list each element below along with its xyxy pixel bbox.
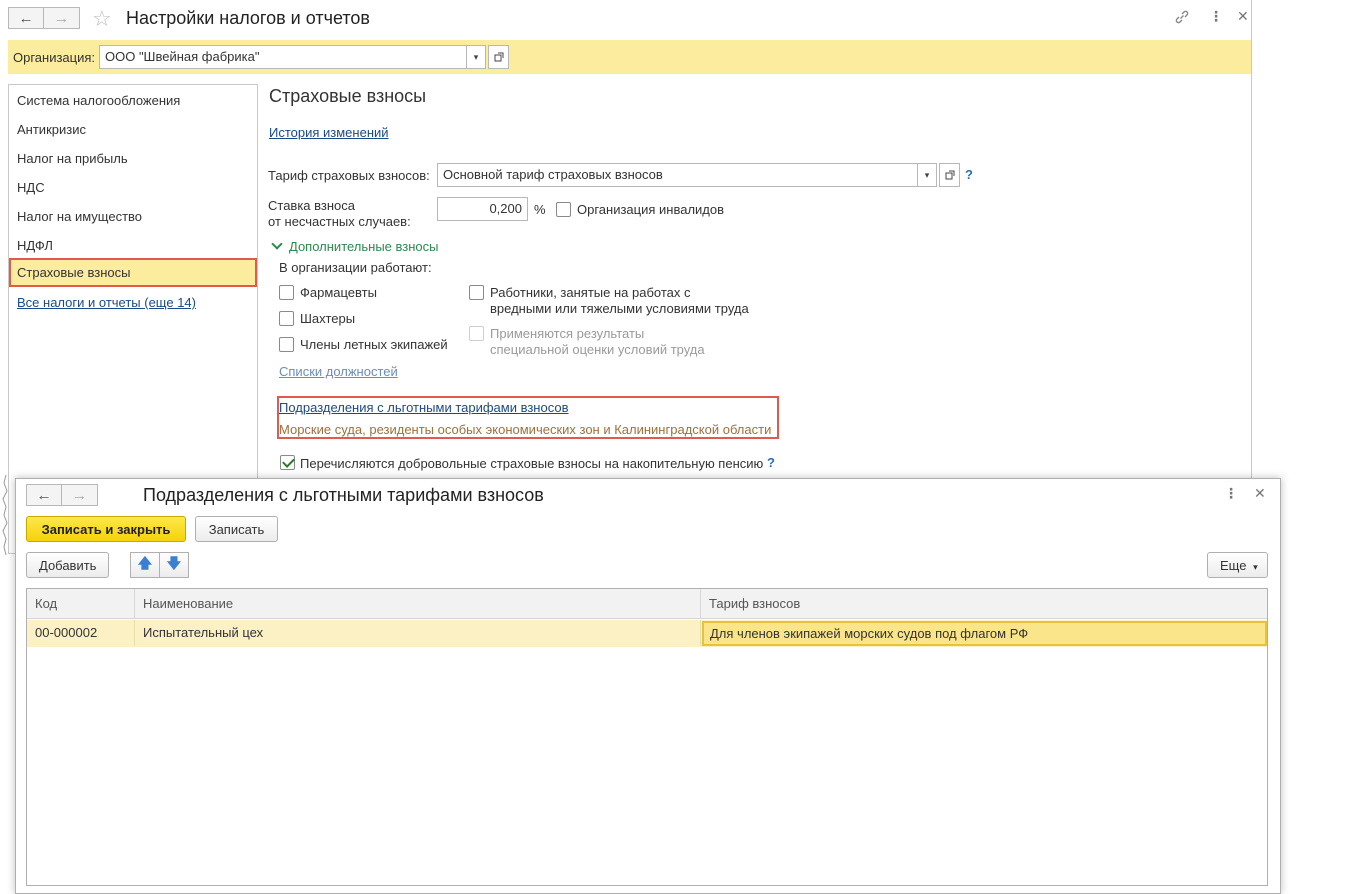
tariff-help-icon[interactable]: ?: [965, 167, 973, 182]
rate-label-line1: Ставка взноса: [268, 198, 356, 213]
divisions-note: Морские суда, резиденты особых экономиче…: [279, 422, 772, 437]
flight-crew-label: Члены летных экипажей: [300, 337, 448, 352]
settings-window: ← → ☆ Настройки налогов и отчетов ⋮ ✕ Ор…: [0, 0, 1252, 560]
tariff-label: Тариф страховых взносов:: [268, 168, 430, 183]
section-heading: Страховые взносы: [269, 86, 427, 106]
disabled-org-label: Организация инвалидов: [577, 202, 725, 217]
chevron-down-icon: [271, 238, 283, 250]
dialog-more-menu-icon[interactable]: ⋮: [1224, 485, 1238, 502]
cell-code: 00-000002: [27, 620, 135, 646]
pharmacists-checkbox[interactable]: [279, 285, 294, 300]
window-edge-decoration: [2, 475, 8, 555]
sidebar-item-profit-tax[interactable]: Налог на прибыль: [9, 144, 257, 173]
disabled-org-checkbox[interactable]: [556, 202, 571, 217]
history-link[interactable]: История изменений: [269, 125, 389, 140]
link-icon[interactable]: [1174, 9, 1190, 28]
voluntary-contributions-label: Перечисляются добровольные страховые взн…: [300, 456, 764, 471]
dialog-close-icon[interactable]: ✕: [1254, 485, 1266, 502]
more-menu-icon[interactable]: ⋮: [1209, 8, 1223, 25]
miners-checkbox[interactable]: [279, 311, 294, 326]
move-up-icon[interactable]: 🡅: [130, 552, 160, 578]
back-arrow-icon[interactable]: ←: [8, 7, 44, 29]
add-button[interactable]: Добавить: [26, 552, 109, 578]
rate-input[interactable]: 0,200: [437, 197, 528, 221]
organization-open-icon[interactable]: [488, 45, 509, 69]
window-title: Настройки налогов и отчетов: [126, 8, 370, 28]
hazard-work-label-line1: Работники, занятые на работах с: [490, 285, 691, 300]
assessment-checkbox: [469, 326, 484, 341]
favorite-star-icon[interactable]: ☆: [92, 6, 112, 32]
organization-dropdown-icon[interactable]: ▾: [466, 45, 486, 69]
positions-list-link[interactable]: Списки должностей: [279, 364, 398, 379]
sidebar-item-ndfl[interactable]: НДФЛ: [9, 231, 257, 260]
table-row[interactable]: 00-000002 Испытательный цех Для членов э…: [27, 620, 1267, 647]
sidebar-item-property-tax[interactable]: Налог на имущество: [9, 202, 257, 231]
dialog-back-arrow-icon[interactable]: ←: [26, 484, 62, 506]
hazard-work-label-line2: вредными или тяжелыми условиями труда: [490, 301, 749, 316]
additional-section-toggle[interactable]: Дополнительные взносы: [270, 238, 439, 254]
assessment-label-line1: Применяются результаты: [490, 326, 645, 341]
tariff-open-icon[interactable]: [939, 163, 960, 187]
organization-label: Организация:: [13, 50, 96, 65]
more-button-label: Еще: [1220, 558, 1247, 573]
divisions-table: Код Наименование Тариф взносов 00-000002…: [26, 588, 1268, 886]
divisions-dialog: ← → Подразделения с льготными тарифами в…: [15, 478, 1281, 894]
column-header-tariff[interactable]: Тариф взносов: [701, 589, 1267, 619]
cell-name: Испытательный цех: [135, 620, 701, 646]
column-header-name[interactable]: Наименование: [135, 589, 701, 619]
miners-label: Шахтеры: [300, 311, 356, 326]
assessment-label-line2: специальной оценки условий труда: [490, 342, 705, 357]
close-icon[interactable]: ✕: [1237, 8, 1249, 25]
flight-crew-checkbox[interactable]: [279, 337, 294, 352]
tariff-field[interactable]: Основной тариф страховых взносов: [437, 163, 919, 187]
voluntary-help-icon[interactable]: ?: [767, 455, 775, 470]
sidebar-item-insurance[interactable]: Страховые взносы: [9, 258, 257, 287]
organization-field[interactable]: ООО "Швейная фабрика": [99, 45, 467, 69]
sidebar-item-anticrisis[interactable]: Антикризис: [9, 115, 257, 144]
voluntary-contributions-checkbox[interactable]: [280, 455, 295, 470]
forward-arrow-icon[interactable]: →: [44, 7, 80, 29]
employees-label: В организации работают:: [279, 260, 432, 275]
dialog-title: Подразделения с льготными тарифами взнос…: [143, 485, 544, 505]
dialog-nav-buttons: ← →: [26, 484, 98, 506]
sidebar-item-tax-system[interactable]: Система налогообложения: [9, 86, 257, 115]
additional-section-label: Дополнительные взносы: [289, 239, 439, 254]
cell-tariff[interactable]: Для членов экипажей морских судов под фл…: [702, 621, 1267, 646]
save-and-close-button[interactable]: Записать и закрыть: [26, 516, 186, 542]
divisions-link[interactable]: Подразделения с льготными тарифами взнос…: [279, 400, 569, 415]
sidebar-item-vat[interactable]: НДС: [9, 173, 257, 202]
tariff-dropdown-icon[interactable]: ▾: [917, 163, 937, 187]
more-button[interactable]: Еще ▾: [1207, 552, 1268, 578]
dialog-forward-arrow-icon[interactable]: →: [62, 484, 98, 506]
column-header-code[interactable]: Код: [27, 589, 135, 619]
all-taxes-link[interactable]: Все налоги и отчеты (еще 14): [17, 295, 196, 310]
rate-label-line2: от несчастных случаев:: [268, 214, 411, 229]
nav-buttons: ← →: [8, 7, 80, 29]
organization-bar: Организация: ООО "Швейная фабрика" ▾: [8, 40, 1251, 74]
pharmacists-label: Фармацевты: [300, 285, 377, 300]
move-down-icon[interactable]: 🡇: [159, 552, 189, 578]
more-dropdown-icon: ▾: [1253, 562, 1258, 572]
percent-sign: %: [534, 202, 546, 217]
save-button[interactable]: Записать: [195, 516, 278, 542]
hazard-work-checkbox[interactable]: [469, 285, 484, 300]
